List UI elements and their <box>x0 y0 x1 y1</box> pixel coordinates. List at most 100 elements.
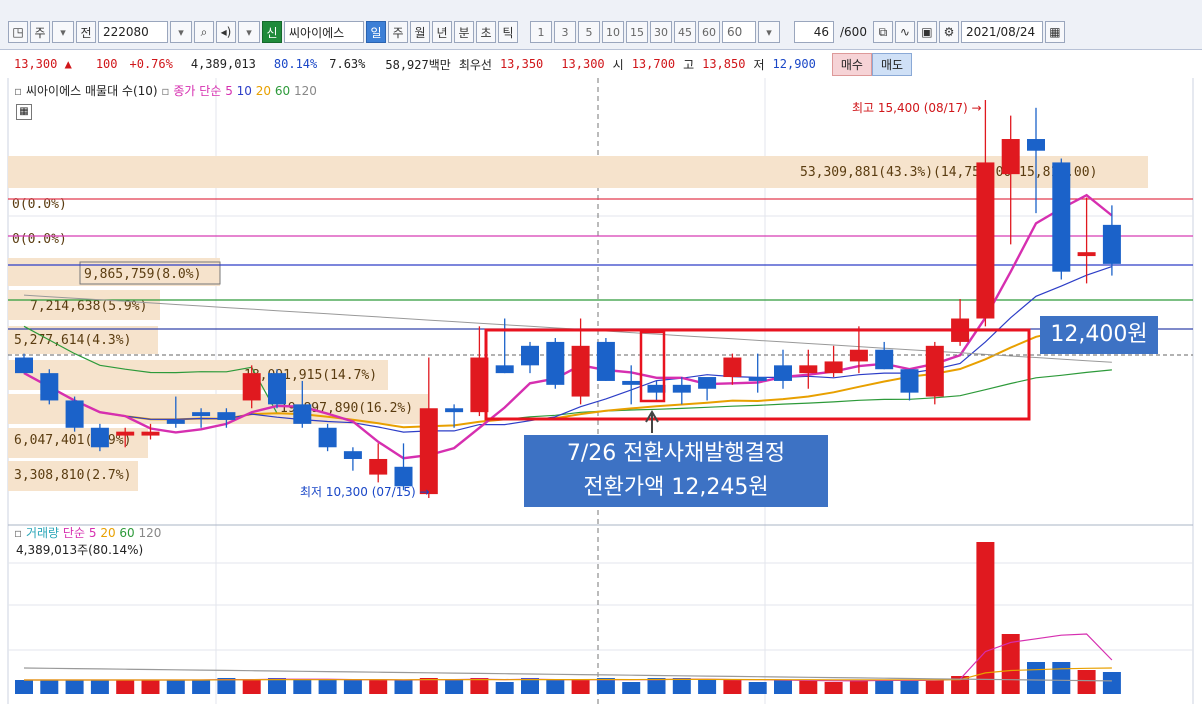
sell-button[interactable]: 매도 <box>871 52 913 76</box>
interval-15-button[interactable]: 15 <box>626 21 648 43</box>
volume-bar <box>875 680 894 694</box>
ma-period-60: 60 <box>274 84 291 98</box>
tab-year[interactable]: 년 <box>432 21 452 43</box>
candle-body <box>774 365 792 381</box>
interval-5-button[interactable]: 5 <box>578 21 600 43</box>
buy-button[interactable]: 매수 <box>831 52 872 76</box>
save-icon[interactable]: ▣ <box>916 21 937 43</box>
quote-row: 13,300 ▲ 100 +0.76% 4,389,013 80.14% 7.6… <box>8 52 913 76</box>
candle <box>15 353 33 374</box>
tab-minute[interactable]: 분 <box>454 21 474 43</box>
candle <box>268 369 286 409</box>
candle <box>799 349 818 389</box>
date-input[interactable]: 2021/08/24 <box>960 21 1043 43</box>
interval-count-input[interactable]: 60 <box>722 21 756 43</box>
stock-code-input[interactable]: 222080 <box>98 21 168 43</box>
candle-body <box>672 384 691 393</box>
tab-week[interactable]: 주 <box>388 21 408 43</box>
low-annotation: 최저 10,300 (07/15) → <box>300 485 430 499</box>
candle <box>40 369 59 405</box>
candle-body <box>15 357 33 374</box>
interval-1-button[interactable]: 1 <box>530 21 552 43</box>
candle <box>875 341 894 370</box>
candle-body <box>217 412 236 420</box>
turnover-value: 7.63% <box>329 57 366 71</box>
interval-45-button[interactable]: 45 <box>674 21 696 43</box>
volume-bar <box>419 678 438 694</box>
chart-area[interactable]: 53,309,881(43.3%)(14,750.00~15,815.00) 0(… <box>0 78 1202 704</box>
trade-amount: 58,927백만 <box>385 57 451 72</box>
interval-30-button[interactable]: 30 <box>650 21 672 43</box>
stock-name-field[interactable]: 씨아이에스 <box>284 21 364 43</box>
best-quote-label: 최우선 <box>458 57 492 72</box>
candle-body <box>1027 139 1045 151</box>
candle <box>1052 158 1071 280</box>
candle-body <box>748 377 767 381</box>
volume-bar <box>141 680 160 694</box>
candle <box>1077 197 1096 284</box>
volume-bar <box>546 680 565 694</box>
tab-tick[interactable]: 틱 <box>498 21 518 43</box>
candle-type-icon[interactable]: ⧉ <box>872 21 893 43</box>
interval-10-button[interactable]: 10 <box>602 21 624 43</box>
ma-period-10: 10 <box>236 84 252 98</box>
low-price: 12,900 <box>772 57 816 71</box>
search-icon[interactable]: ⌕ <box>194 21 214 43</box>
price-volume-chart[interactable]: 53,309,881(43.3%)(14,750.00~15,815.00)0(… <box>0 78 1202 704</box>
price-legend: ▫ 씨아이에스 매물대 수(10) ▫ 종가 단순 5 10 20 60 120 <box>14 84 317 98</box>
volume-profile-label: 18,091,915(14.7%) <box>244 368 377 383</box>
period-dropdown-icon[interactable]: ▾ <box>52 21 74 43</box>
table-view-icon[interactable]: ▦ <box>16 104 32 120</box>
tab-second[interactable]: 초 <box>476 21 496 43</box>
volume-bar <box>166 680 185 694</box>
volume-bar <box>647 678 666 694</box>
candle <box>65 396 84 432</box>
candle-body <box>1077 252 1096 257</box>
interval-3-button[interactable]: 3 <box>554 21 576 43</box>
volume-bar <box>242 680 261 694</box>
code-dropdown-icon[interactable]: ▾ <box>170 21 192 43</box>
volume-bar <box>470 678 489 694</box>
speaker-dropdown-icon[interactable]: ▾ <box>238 21 260 43</box>
volume-legend: ▫ 거래량 단순 5 20 60 120 <box>14 526 162 540</box>
volume-bar <box>748 682 767 694</box>
volume-bar <box>672 678 691 694</box>
page-count-input[interactable]: 46 <box>794 21 834 43</box>
open-label: 시 <box>612 57 624 72</box>
volume-bar <box>824 682 843 694</box>
speaker-icon[interactable]: ◂) <box>216 21 236 43</box>
previous-button[interactable]: 전 <box>76 21 96 43</box>
vol-ma-period-5: 5 <box>88 526 97 540</box>
period-main-button[interactable]: 주 <box>30 21 50 43</box>
chart-menu-icon[interactable]: ◳ <box>8 21 28 43</box>
low-label: 저 <box>753 57 765 72</box>
candle <box>951 299 970 346</box>
price-callout: 12,400원 <box>1040 316 1158 354</box>
ask-price: 13,350 <box>499 57 544 71</box>
volume-bar <box>900 680 919 694</box>
ma-legend-label: 종가 단순 <box>173 84 222 98</box>
candle-body <box>419 408 438 495</box>
candle-body <box>622 380 641 385</box>
vol-ma-period-120: 120 <box>138 526 162 540</box>
volume-value: 4,389,013 <box>190 57 256 71</box>
volume-profile-label: 5,277,614(4.3%) <box>14 333 131 348</box>
interval-dropdown-icon[interactable]: ▾ <box>758 21 780 43</box>
volume-bar <box>571 680 590 694</box>
volume-bar <box>799 680 818 694</box>
gear-icon[interactable]: ⚙ <box>938 21 959 43</box>
tab-month[interactable]: 월 <box>410 21 430 43</box>
candle-body <box>369 458 388 475</box>
volume-bar <box>15 680 33 694</box>
vol-ma-period-60: 60 <box>119 526 135 540</box>
line-draw-icon[interactable]: ∿ <box>894 21 915 43</box>
interval-60-button[interactable]: 60 <box>698 21 720 43</box>
volume-bar <box>394 680 413 694</box>
current-price: 13,300 ▲ <box>14 57 72 71</box>
event-line-1: 7/26 전환사채발행결정 <box>566 441 786 466</box>
tab-day[interactable]: 일 <box>366 21 386 43</box>
calendar-icon[interactable]: ▦ <box>1044 21 1065 43</box>
volume-bar <box>1077 670 1096 694</box>
candle <box>900 369 919 401</box>
volume-profile-label: 6,047,401(4.9%) <box>14 433 131 448</box>
